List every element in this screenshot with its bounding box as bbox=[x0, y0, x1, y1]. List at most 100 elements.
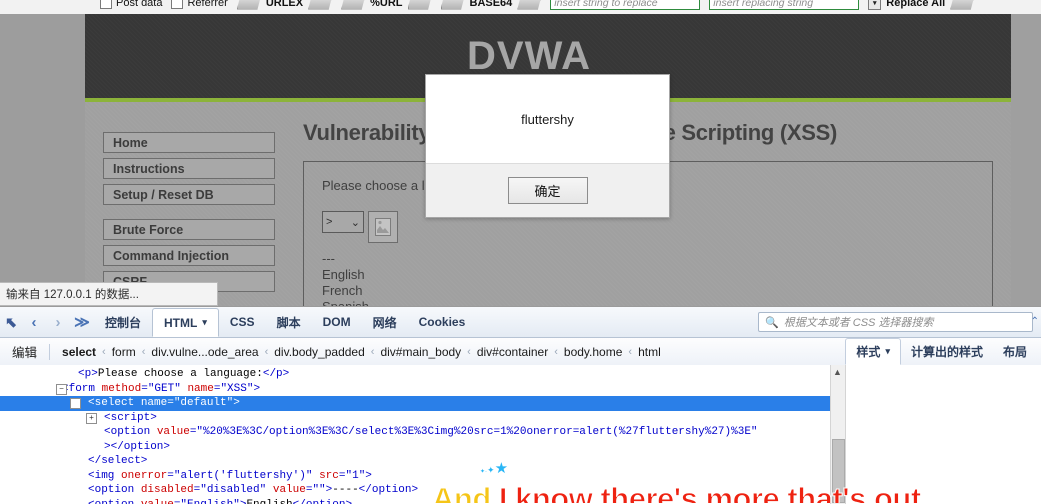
sidebar-item-home[interactable]: Home bbox=[103, 132, 275, 153]
collapse-twisty-icon[interactable]: − bbox=[56, 384, 67, 395]
chevron-down-icon: ⌄ bbox=[351, 216, 360, 229]
html-tree-line[interactable]: </select> bbox=[0, 454, 830, 469]
wedge-icon bbox=[517, 0, 541, 10]
code-txt: ---- bbox=[332, 484, 358, 496]
expand-twisty-icon[interactable]: + bbox=[86, 413, 97, 424]
sidebar-item-setup-reset-db[interactable]: Setup / Reset DB bbox=[103, 184, 275, 205]
breadcrumb-item-select[interactable]: select bbox=[62, 345, 96, 359]
edit-button[interactable]: 编辑 bbox=[0, 342, 49, 361]
code-tag: " bbox=[751, 426, 758, 438]
tab-html[interactable]: HTML ▾ bbox=[152, 308, 219, 337]
code-tag: "> bbox=[247, 383, 260, 395]
wedge-icon bbox=[950, 0, 974, 10]
panel-menu-icon[interactable]: ≫ bbox=[70, 313, 94, 331]
code-tag: =" bbox=[167, 470, 180, 482]
side-tab-layout[interactable]: 布局 bbox=[993, 339, 1037, 365]
base64-button[interactable]: BASE64 bbox=[441, 0, 542, 10]
code-tag: <option bbox=[88, 499, 141, 504]
breadcrumb-item-form[interactable]: form bbox=[112, 345, 136, 359]
code-tag: "> bbox=[359, 470, 372, 482]
code-tag: <select bbox=[88, 397, 141, 409]
breadcrumb-item-body-padded[interactable]: div.body_padded bbox=[274, 345, 365, 359]
html-source-tree[interactable]: <p>Please choose a language:</p>−<form m… bbox=[0, 365, 830, 504]
code-tag: <img bbox=[88, 470, 121, 482]
breadcrumb-separator-icon: ‹ bbox=[371, 346, 375, 358]
list-item: --- bbox=[322, 251, 974, 267]
scroll-up-icon[interactable]: ▲ bbox=[833, 367, 842, 377]
html-tree-line[interactable]: <option value="English">English</option> bbox=[0, 498, 830, 504]
code-attr: name bbox=[141, 397, 167, 409]
code-tag: =" bbox=[194, 484, 207, 496]
code-val: 1 bbox=[352, 470, 359, 482]
side-tab-style-label: 样式 bbox=[856, 343, 880, 360]
html-tree-line[interactable]: <img onerror="alert('fluttershy')" src="… bbox=[0, 469, 830, 484]
wedge-icon bbox=[341, 0, 365, 10]
replace-target-input[interactable]: insert replacing string bbox=[709, 0, 859, 10]
devtools-search-input[interactable]: 🔍 根据文本或者 CSS 选择器搜索 bbox=[758, 312, 1033, 332]
search-placeholder: 根据文本或者 CSS 选择器搜索 bbox=[784, 314, 934, 330]
breadcrumb-item-main-body[interactable]: div#main_body bbox=[380, 345, 461, 359]
sidebar-divider bbox=[103, 210, 275, 219]
wedge-icon bbox=[441, 0, 465, 10]
chevron-down-icon[interactable]: ▾ bbox=[202, 317, 207, 328]
sidebar-item-command-injection[interactable]: Command Injection bbox=[103, 245, 275, 266]
code-attr: method bbox=[102, 383, 142, 395]
checkbox-box[interactable] bbox=[171, 0, 183, 9]
status-bar-bubble: 输来自 127.0.0.1 的数据... bbox=[0, 282, 218, 306]
search-icon: 🔍 bbox=[765, 316, 779, 329]
language-select[interactable]: > ⌄ bbox=[322, 211, 364, 233]
language-option-list: --- English French Spanish German bbox=[322, 251, 974, 306]
tab-css[interactable]: CSS bbox=[219, 308, 266, 337]
breadcrumb-item-html[interactable]: html bbox=[638, 345, 661, 359]
html-tree-line[interactable]: <p>Please choose a language:</p> bbox=[0, 367, 830, 382]
tab-script[interactable]: 脚本 bbox=[266, 308, 312, 337]
broken-image-glyph bbox=[375, 218, 391, 236]
chevron-down-icon[interactable]: ▾ bbox=[885, 346, 890, 357]
referrer-checkbox[interactable]: Referrer bbox=[171, 0, 227, 9]
code-tag: <option bbox=[88, 484, 141, 496]
inspect-element-icon[interactable]: ⬉ bbox=[0, 314, 22, 331]
code-tag: =" bbox=[174, 499, 187, 504]
code-tag: =""> bbox=[306, 484, 332, 496]
referrer-label: Referrer bbox=[187, 0, 227, 9]
post-data-checkbox[interactable]: Post data bbox=[100, 0, 162, 9]
code-tag: =" bbox=[214, 383, 227, 395]
html-tree-scrollbar[interactable]: ▲ bbox=[830, 365, 845, 504]
collapse-twisty-icon[interactable]: − bbox=[70, 398, 81, 409]
replace-all-button[interactable]: ▾ Replace All bbox=[868, 0, 974, 10]
breadcrumb: select ‹ form ‹ div.vulne...ode_area ‹ d… bbox=[50, 345, 661, 359]
tab-network[interactable]: 网络 bbox=[362, 308, 408, 337]
tab-dom[interactable]: DOM bbox=[312, 308, 362, 337]
urlex-button[interactable]: URLEX bbox=[237, 0, 332, 10]
code-tag: =" bbox=[141, 383, 154, 395]
side-tab-computed-style[interactable]: 计算出的样式 bbox=[901, 339, 993, 365]
alert-ok-button[interactable]: 确定 bbox=[508, 177, 588, 204]
checkbox-box[interactable] bbox=[100, 0, 112, 9]
chevron-down-icon[interactable]: ▾ bbox=[868, 0, 881, 10]
html-tree-line[interactable]: +<script> bbox=[0, 411, 830, 426]
replace-source-input[interactable]: insert string to replace bbox=[550, 0, 700, 10]
breadcrumb-item-container[interactable]: div#container bbox=[477, 345, 548, 359]
alert-footer: 确定 bbox=[426, 163, 669, 217]
html-tree-line[interactable]: <option disabled="disabled" value="">---… bbox=[0, 483, 830, 498]
tab-cookies[interactable]: Cookies bbox=[408, 308, 477, 337]
search-options-caret-icon[interactable]: ⌃ bbox=[1031, 316, 1039, 327]
sidebar-item-instructions[interactable]: Instructions bbox=[103, 158, 275, 179]
sidebar-item-brute-force[interactable]: Brute Force bbox=[103, 219, 275, 240]
percent-url-button[interactable]: %URL bbox=[341, 0, 431, 10]
list-item: English bbox=[322, 267, 974, 283]
breadcrumb-item-body-home[interactable]: body.home bbox=[564, 345, 622, 359]
scrollbar-thumb[interactable] bbox=[832, 439, 845, 503]
breadcrumb-separator-icon: ‹ bbox=[467, 346, 471, 358]
side-tab-style[interactable]: 样式 ▾ bbox=[845, 338, 901, 365]
tab-console[interactable]: 控制台 bbox=[94, 308, 152, 337]
html-tree-line[interactable]: −<select name="default"> bbox=[0, 396, 830, 411]
html-tree-line[interactable]: ></option> bbox=[0, 440, 830, 455]
html-tree-line[interactable]: −<form method="GET" name="XSS"> bbox=[0, 382, 830, 397]
code-attr: name bbox=[187, 383, 213, 395]
code-attr: value bbox=[273, 484, 306, 496]
breadcrumb-item-vuln-code-area[interactable]: div.vulne...ode_area bbox=[151, 345, 258, 359]
html-tree-line[interactable]: <option value="%20%3E%3C/option%3E%3C/se… bbox=[0, 425, 830, 440]
nav-forward-icon[interactable]: › bbox=[46, 314, 70, 331]
nav-back-icon[interactable]: ‹ bbox=[22, 314, 46, 331]
